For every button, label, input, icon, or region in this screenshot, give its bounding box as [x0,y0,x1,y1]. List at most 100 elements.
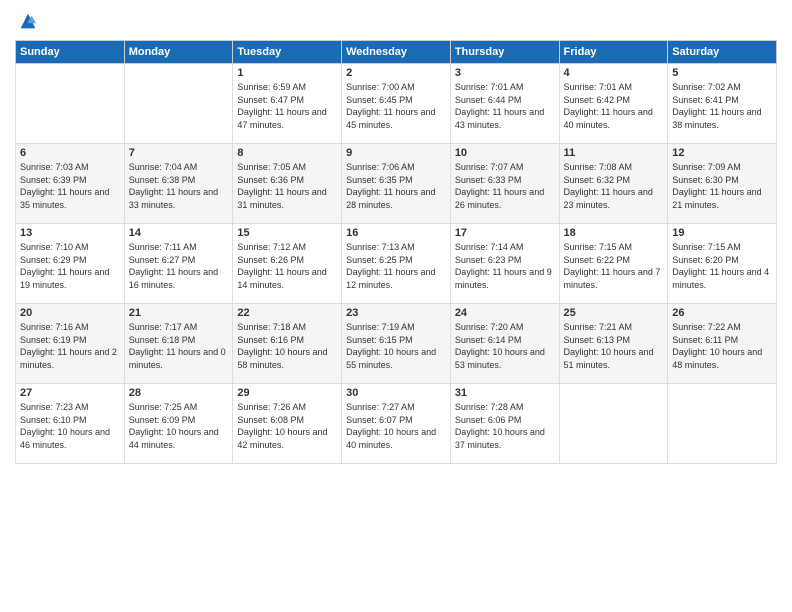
day-info: Sunrise: 7:04 AM Sunset: 6:38 PM Dayligh… [129,161,229,211]
day-cell: 6Sunrise: 7:03 AM Sunset: 6:39 PM Daylig… [16,144,125,224]
week-row-1: 1Sunrise: 6:59 AM Sunset: 6:47 PM Daylig… [16,64,777,144]
day-number: 26 [672,307,772,319]
day-number: 9 [346,147,446,159]
day-number: 21 [129,307,229,319]
header [15,10,777,32]
day-cell: 14 Sunrise: 7:11 AM Sunset: 6:27 PM Dayli… [124,224,233,304]
day-info: Sunrise: 7:05 AM Sunset: 6:36 PM Dayligh… [237,161,337,211]
day-info: Sunrise: 7:15 AM Sunset: 6:22 PM Dayligh… [564,241,664,291]
week-row-3: 13Sunrise: 7:10 AM Sunset: 6:29 PM Dayli… [16,224,777,304]
day-info: Sunrise: 7:01 AM Sunset: 6:42 PM Dayligh… [564,81,664,131]
day-number: 27 [20,387,120,399]
day-cell: 24 Sunrise: 7:20 AM Sunset: 6:14 PM Dayli… [450,304,559,384]
day-header-monday: Monday [124,41,233,64]
day-header-tuesday: Tuesday [233,41,342,64]
day-header-thursday: Thursday [450,41,559,64]
day-info: Sunrise: 7:27 AM Sunset: 6:07 PM Dayligh… [346,401,446,451]
day-number: 30 [346,387,446,399]
day-cell: 1Sunrise: 6:59 AM Sunset: 6:47 PM Daylig… [233,64,342,144]
day-cell: 18 Sunrise: 7:15 AM Sunset: 6:22 PM Dayli… [559,224,668,304]
day-cell: 19 Sunrise: 7:15 AM Sunset: 6:20 PM Dayli… [668,224,777,304]
day-number: 17 [455,227,555,239]
day-number: 16 [346,227,446,239]
day-info: Sunrise: 7:21 AM Sunset: 6:13 PM Dayligh… [564,321,664,371]
day-number: 25 [564,307,664,319]
day-cell: 3Sunrise: 7:01 AM Sunset: 6:44 PM Daylig… [450,64,559,144]
day-number: 4 [564,67,664,79]
day-number: 2 [346,67,446,79]
day-cell: 30 Sunrise: 7:27 AM Sunset: 6:07 PM Dayli… [342,384,451,464]
day-info: Sunrise: 7:17 AM Sunset: 6:18 PM Dayligh… [129,321,229,371]
page: SundayMondayTuesdayWednesdayThursdayFrid… [0,0,792,612]
calendar-body: 1Sunrise: 6:59 AM Sunset: 6:47 PM Daylig… [16,64,777,464]
day-cell: 26Sunrise: 7:22 AM Sunset: 6:11 PM Dayli… [668,304,777,384]
day-number: 1 [237,67,337,79]
day-info: Sunrise: 7:19 AM Sunset: 6:15 PM Dayligh… [346,321,446,371]
day-info: Sunrise: 7:07 AM Sunset: 6:33 PM Dayligh… [455,161,555,211]
day-cell: 12 Sunrise: 7:09 AM Sunset: 6:30 PM Dayli… [668,144,777,224]
day-cell: 9 Sunrise: 7:06 AM Sunset: 6:35 PM Daylig… [342,144,451,224]
day-cell: 16 Sunrise: 7:13 AM Sunset: 6:25 PM Dayli… [342,224,451,304]
day-info: Sunrise: 7:20 AM Sunset: 6:14 PM Dayligh… [455,321,555,371]
day-cell: 13Sunrise: 7:10 AM Sunset: 6:29 PM Dayli… [16,224,125,304]
day-number: 18 [564,227,664,239]
day-cell: 15 Sunrise: 7:12 AM Sunset: 6:26 PM Dayli… [233,224,342,304]
day-cell [124,64,233,144]
day-number: 22 [237,307,337,319]
days-header-row: SundayMondayTuesdayWednesdayThursdayFrid… [16,41,777,64]
day-number: 12 [672,147,772,159]
logo-icon [17,10,39,32]
week-row-2: 6Sunrise: 7:03 AM Sunset: 6:39 PM Daylig… [16,144,777,224]
day-number: 19 [672,227,772,239]
day-cell: 11 Sunrise: 7:08 AM Sunset: 6:32 PM Dayli… [559,144,668,224]
day-info: Sunrise: 7:00 AM Sunset: 6:45 PM Dayligh… [346,81,446,131]
day-number: 20 [20,307,120,319]
day-cell: 23 Sunrise: 7:19 AM Sunset: 6:15 PM Dayli… [342,304,451,384]
day-info: Sunrise: 7:01 AM Sunset: 6:44 PM Dayligh… [455,81,555,131]
day-number: 28 [129,387,229,399]
day-header-sunday: Sunday [16,41,125,64]
day-info: Sunrise: 7:03 AM Sunset: 6:39 PM Dayligh… [20,161,120,211]
day-number: 29 [237,387,337,399]
day-info: Sunrise: 7:08 AM Sunset: 6:32 PM Dayligh… [564,161,664,211]
day-info: Sunrise: 7:09 AM Sunset: 6:30 PM Dayligh… [672,161,772,211]
day-number: 31 [455,387,555,399]
day-number: 5 [672,67,772,79]
day-info: Sunrise: 7:11 AM Sunset: 6:27 PM Dayligh… [129,241,229,291]
day-header-wednesday: Wednesday [342,41,451,64]
week-row-4: 20 Sunrise: 7:16 AM Sunset: 6:19 PM Dayli… [16,304,777,384]
day-cell: 17 Sunrise: 7:14 AM Sunset: 6:23 PM Dayli… [450,224,559,304]
day-info: Sunrise: 7:06 AM Sunset: 6:35 PM Dayligh… [346,161,446,211]
calendar-table: SundayMondayTuesdayWednesdayThursdayFrid… [15,40,777,464]
day-info: Sunrise: 7:18 AM Sunset: 6:16 PM Dayligh… [237,321,337,371]
day-cell: 29 Sunrise: 7:26 AM Sunset: 6:08 PM Dayli… [233,384,342,464]
day-number: 15 [237,227,337,239]
day-info: Sunrise: 7:13 AM Sunset: 6:25 PM Dayligh… [346,241,446,291]
day-cell: 22 Sunrise: 7:18 AM Sunset: 6:16 PM Dayli… [233,304,342,384]
day-number: 11 [564,147,664,159]
day-number: 10 [455,147,555,159]
day-info: Sunrise: 7:15 AM Sunset: 6:20 PM Dayligh… [672,241,772,291]
day-number: 14 [129,227,229,239]
day-number: 24 [455,307,555,319]
day-cell: 2 Sunrise: 7:00 AM Sunset: 6:45 PM Daylig… [342,64,451,144]
day-info: Sunrise: 7:12 AM Sunset: 6:26 PM Dayligh… [237,241,337,291]
day-cell [559,384,668,464]
day-number: 23 [346,307,446,319]
day-info: Sunrise: 7:23 AM Sunset: 6:10 PM Dayligh… [20,401,120,451]
day-cell: 8Sunrise: 7:05 AM Sunset: 6:36 PM Daylig… [233,144,342,224]
day-info: Sunrise: 7:16 AM Sunset: 6:19 PM Dayligh… [20,321,120,371]
day-cell: 5 Sunrise: 7:02 AM Sunset: 6:41 PM Daylig… [668,64,777,144]
week-row-5: 27 Sunrise: 7:23 AM Sunset: 6:10 PM Dayli… [16,384,777,464]
day-info: Sunrise: 7:26 AM Sunset: 6:08 PM Dayligh… [237,401,337,451]
day-cell: 25 Sunrise: 7:21 AM Sunset: 6:13 PM Dayli… [559,304,668,384]
day-number: 13 [20,227,120,239]
day-info: Sunrise: 7:14 AM Sunset: 6:23 PM Dayligh… [455,241,555,291]
day-info: Sunrise: 7:28 AM Sunset: 6:06 PM Dayligh… [455,401,555,451]
day-info: Sunrise: 7:02 AM Sunset: 6:41 PM Dayligh… [672,81,772,131]
day-cell: 4 Sunrise: 7:01 AM Sunset: 6:42 PM Daylig… [559,64,668,144]
day-cell: 20 Sunrise: 7:16 AM Sunset: 6:19 PM Dayli… [16,304,125,384]
day-cell: 21 Sunrise: 7:17 AM Sunset: 6:18 PM Dayli… [124,304,233,384]
day-number: 7 [129,147,229,159]
day-cell: 27 Sunrise: 7:23 AM Sunset: 6:10 PM Dayli… [16,384,125,464]
